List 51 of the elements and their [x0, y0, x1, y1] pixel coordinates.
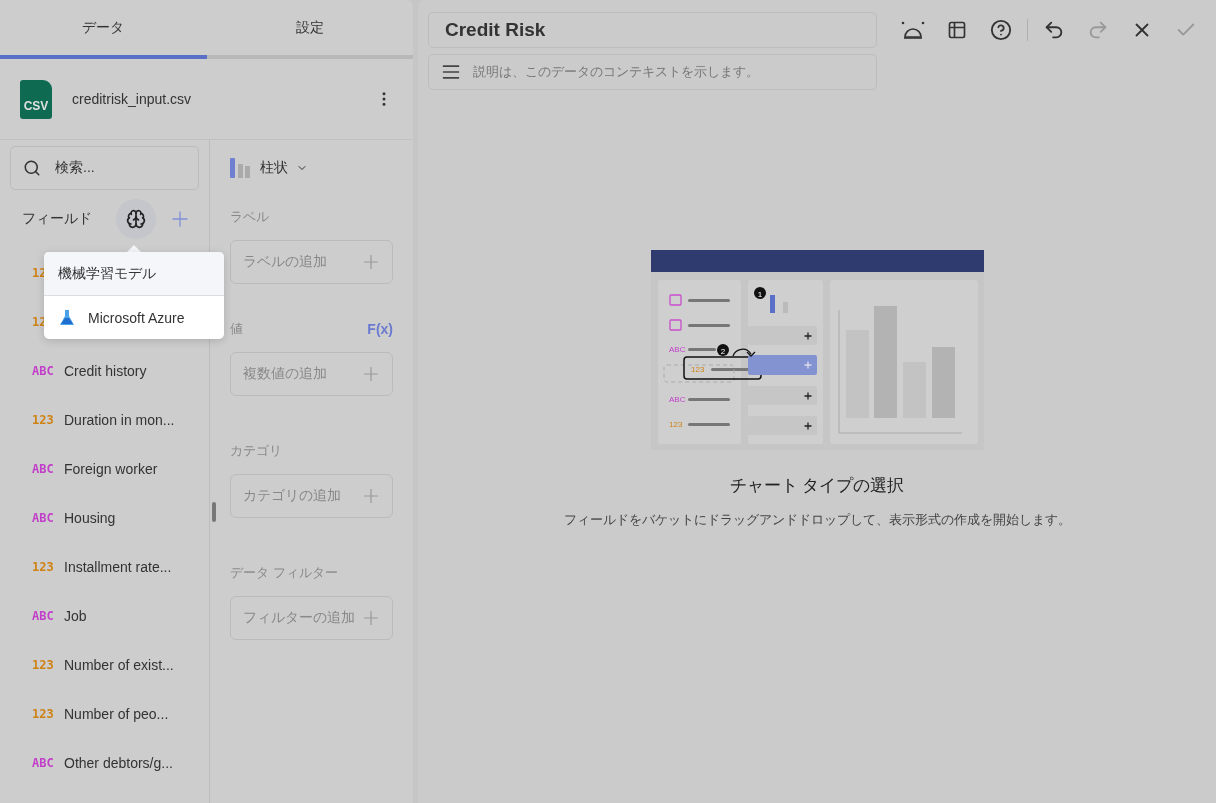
search-field[interactable]: 検索...	[10, 146, 199, 190]
bucket-title: カテゴリ	[230, 442, 282, 460]
field-type-label: ABC	[32, 510, 52, 525]
tab[interactable]: 設定	[206, 0, 413, 59]
field-type-label: 123	[32, 706, 52, 721]
resize-handle[interactable]	[212, 502, 216, 522]
file-name: creditrisk_input.csv	[72, 91, 193, 107]
csv-file-icon: CSV	[20, 79, 52, 119]
step-number: 1	[757, 289, 762, 299]
field-item[interactable]: Credit history	[64, 362, 147, 379]
empty-state-message: フィールドをバケットにドラッグアンドドロップして、表示形式の作成を開始します。	[563, 511, 1071, 529]
field-type-label: ABC	[32, 608, 52, 623]
popover-title: 機械学習モデル	[44, 252, 224, 296]
tab[interactable]: データ	[0, 0, 207, 59]
field-item[interactable]: Installment rate...	[64, 558, 172, 575]
field-type-label: 123	[32, 657, 52, 672]
menu-item[interactable]: Microsoft Azure	[44, 296, 224, 339]
bucket-title: ラベル	[230, 208, 269, 226]
bar-chart-icon	[230, 157, 252, 179]
bell-icon	[901, 19, 925, 41]
field-type-label: 123	[32, 412, 52, 427]
field-item[interactable]: Job	[64, 607, 87, 624]
field-item[interactable]: Foreign worker	[64, 460, 158, 477]
table-icon	[947, 20, 967, 40]
title-field[interactable]: Credit Risk	[428, 12, 877, 48]
field-item[interactable]: Number of exist...	[64, 656, 174, 673]
field-item[interactable]: Housing	[64, 509, 116, 526]
help-icon	[990, 19, 1012, 41]
field-item[interactable]: Duration in mon...	[64, 411, 175, 428]
field-item[interactable]: Other debtors/g...	[64, 754, 173, 771]
fields-heading: フィールド	[22, 210, 92, 228]
bucket-title: 値	[230, 320, 243, 338]
flask-icon	[58, 308, 76, 327]
empty-state-title: チャート タイプの選択	[729, 475, 905, 497]
field-item[interactable]: Number of peo...	[64, 705, 169, 722]
search-icon	[23, 159, 41, 177]
chart-type-selector[interactable]: 柱状	[230, 152, 393, 184]
field-type-label: 123	[32, 559, 52, 574]
type-label: ABC	[668, 395, 685, 404]
brain-icon	[126, 209, 146, 229]
type-label: 123	[668, 420, 682, 429]
brain-button[interactable]	[116, 199, 156, 239]
field-type-label: ABC	[32, 363, 52, 378]
step-number: 2	[720, 346, 725, 356]
type-label: 123	[690, 365, 704, 374]
lines-icon	[441, 62, 461, 82]
redo-icon	[1087, 19, 1109, 41]
field-type-label: ABC	[32, 755, 52, 770]
field-type-label: ABC	[32, 461, 52, 476]
undo-icon	[1043, 19, 1065, 41]
type-label: ABC	[668, 345, 685, 354]
